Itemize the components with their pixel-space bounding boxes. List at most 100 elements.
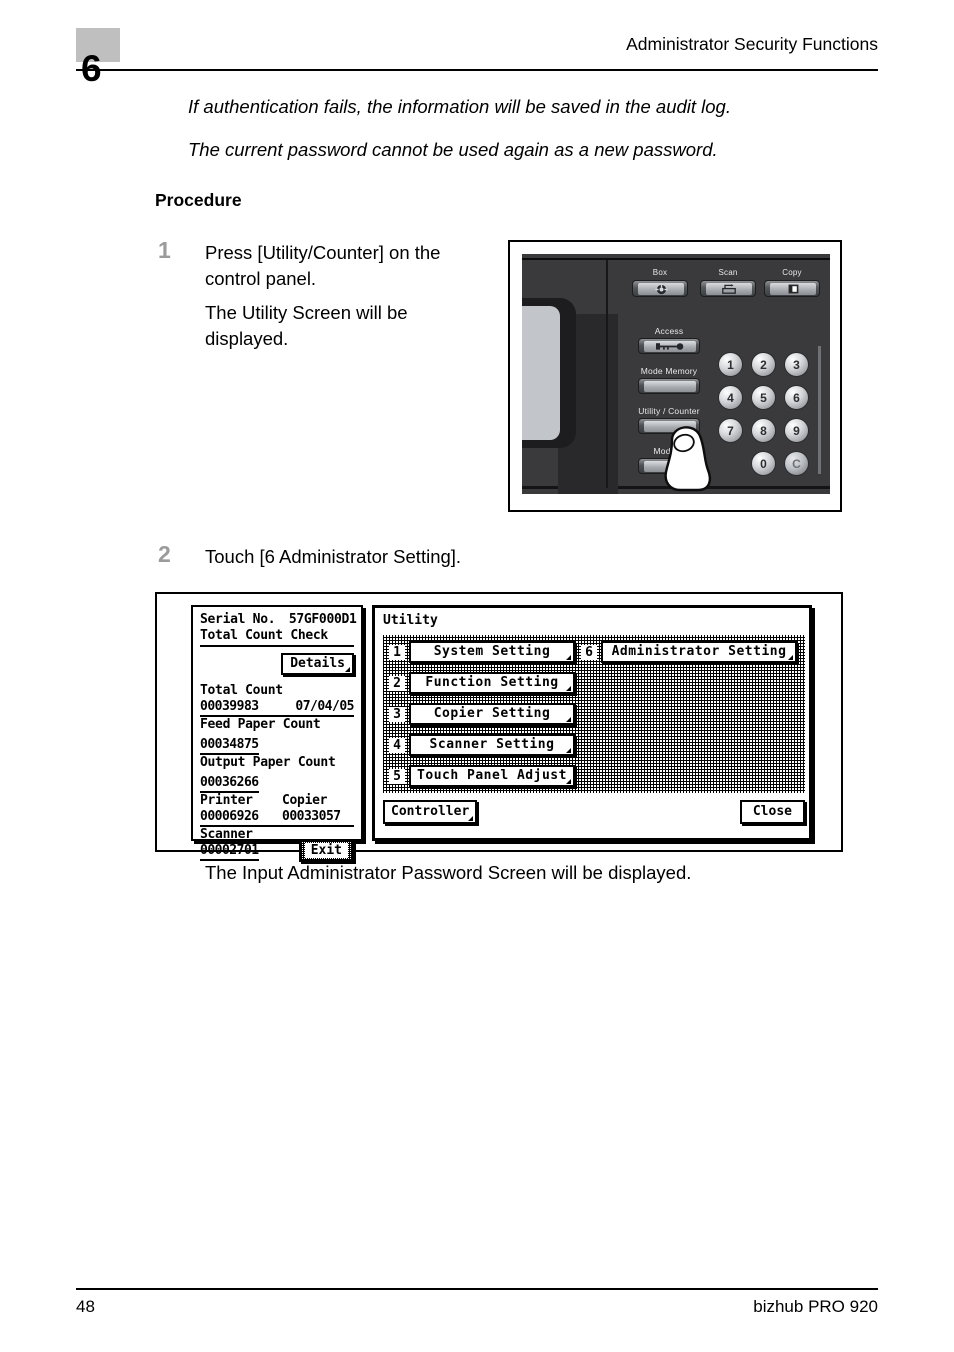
scan-icon xyxy=(706,283,752,295)
chevron-corner-icon xyxy=(566,686,571,691)
details-button-label: Details xyxy=(290,656,345,671)
step-2-caption: The Input Administrator Password Screen … xyxy=(205,862,692,883)
menu-index-3: 3 xyxy=(389,706,405,722)
scanner-setting-button[interactable]: Scanner Setting xyxy=(409,734,575,756)
copier-setting-button[interactable]: Copier Setting xyxy=(409,703,575,725)
chevron-corner-icon xyxy=(566,655,571,660)
administrator-setting-button[interactable]: Administrator Setting xyxy=(601,641,797,663)
menu-row-6[interactable]: 6 Administrator Setting xyxy=(581,641,797,663)
numkey-clear[interactable]: C xyxy=(784,451,809,476)
feed-paper-count-label: Feed Paper Count xyxy=(200,717,321,732)
total-count-value: 00039983 xyxy=(200,699,259,714)
menu-index-1: 1 xyxy=(389,644,405,660)
key-icon-glyph xyxy=(656,343,684,350)
numkey-8[interactable]: 8 xyxy=(751,418,776,443)
utility-menu-area: 1 System Setting 2 Function Setting 3 Co… xyxy=(383,635,805,793)
numkey-3[interactable]: 3 xyxy=(784,352,809,377)
serial-label: Serial No. xyxy=(200,612,276,627)
controller-button-label: Controller xyxy=(391,804,470,819)
menu-row-4[interactable]: 4 Scanner Setting xyxy=(389,734,575,756)
control-panel-body: Box Scan Copy Access Mode Memory Utility… xyxy=(522,254,830,494)
close-button[interactable]: Close xyxy=(739,800,805,824)
mode-memory-button-label: Mode Memory xyxy=(640,366,698,376)
scanner-value: 00002701 xyxy=(200,843,259,861)
touch-panel-adjust-button[interactable]: Touch Panel Adjust xyxy=(409,765,575,787)
footer-page-number: 48 xyxy=(76,1297,95,1316)
function-setting-button[interactable]: Function Setting xyxy=(409,672,575,694)
chevron-corner-icon xyxy=(788,655,793,660)
touch-panel-adjust-label: Touch Panel Adjust xyxy=(417,768,567,783)
serial-row: Serial No. 57GF000D1 xyxy=(200,612,357,628)
copier-label: Copier xyxy=(282,793,328,808)
step-1-text: Press [Utility/Counter] on the control p… xyxy=(205,242,441,289)
exit-button-label: Exit xyxy=(304,843,348,858)
footer-divider xyxy=(76,1288,878,1290)
copy-button-label: Copy xyxy=(782,268,802,277)
page-title: Administrator Security Functions xyxy=(626,34,878,54)
scan-icon-glyph xyxy=(722,284,736,294)
step-2-number: 2 xyxy=(158,541,171,567)
copier-value: 00033057 xyxy=(282,809,341,824)
page-header: 6 Administrator Security Functions xyxy=(76,28,878,87)
copy-icon-glyph xyxy=(788,284,798,294)
menu-row-3[interactable]: 3 Copier Setting xyxy=(389,703,575,725)
close-button-label: Close xyxy=(745,802,799,822)
numkey-9[interactable]: 9 xyxy=(784,418,809,443)
total-count-check-title: Total Count Check xyxy=(200,628,354,647)
utility-window: Utility 1 System Setting 2 Function Sett… xyxy=(372,605,812,841)
numkey-1[interactable]: 1 xyxy=(718,352,743,377)
scanner-setting-label: Scanner Setting xyxy=(429,737,555,752)
menu-index-5: 5 xyxy=(389,768,405,784)
administrator-setting-label: Administrator Setting xyxy=(611,644,787,659)
panel-divider xyxy=(606,260,608,488)
menu-row-5[interactable]: 5 Touch Panel Adjust xyxy=(389,765,575,787)
numkey-2[interactable]: 2 xyxy=(751,352,776,377)
total-count-label: Total Count xyxy=(200,683,283,698)
step-2-text: Touch [6 Administrator Setting]. xyxy=(205,546,462,567)
copy-icon xyxy=(770,283,816,295)
chevron-corner-icon xyxy=(345,667,350,672)
menu-index-4: 4 xyxy=(389,737,405,753)
copier-setting-label: Copier Setting xyxy=(433,706,551,721)
chevron-corner-icon xyxy=(566,779,571,784)
numkey-4[interactable]: 4 xyxy=(718,385,743,410)
details-button[interactable]: Details xyxy=(281,653,354,675)
box-icon xyxy=(638,283,684,295)
box-icon-glyph xyxy=(654,283,668,294)
system-setting-button[interactable]: System Setting xyxy=(409,641,575,663)
intro-paragraph-1: If authentication fails, the information… xyxy=(188,96,731,117)
header-divider xyxy=(76,69,878,71)
scan-button-label: Scan xyxy=(718,268,738,277)
menu-row-2[interactable]: 2 Function Setting xyxy=(389,672,575,694)
intro-paragraph-2: The current password cannot be used agai… xyxy=(188,139,718,160)
finger-icon xyxy=(660,420,726,494)
utility-screen-figure: Serial No. 57GF000D1 Total Count Check D… xyxy=(155,592,843,862)
menu-index-2: 2 xyxy=(389,675,405,691)
menu-row-1[interactable]: 1 System Setting xyxy=(389,641,575,663)
numeric-keypad[interactable]: 1 2 3 4 5 6 7 8 9 0 C xyxy=(718,352,814,476)
printer-value: 00006926 xyxy=(200,809,259,824)
utility-window-title: Utility xyxy=(383,613,438,628)
system-setting-label: System Setting xyxy=(433,644,551,659)
total-counter-panel: Serial No. 57GF000D1 Total Count Check D… xyxy=(191,605,363,862)
box-button-label: Box xyxy=(652,268,668,277)
step-1-subtext: The Utility Screen will be displayed. xyxy=(205,302,408,349)
utility-counter-button-label: Utility / Counter xyxy=(638,406,700,416)
numkey-0[interactable]: 0 xyxy=(751,451,776,476)
menu-index-6: 6 xyxy=(581,644,597,660)
function-setting-label: Function Setting xyxy=(425,675,559,690)
panel-top-edge xyxy=(522,258,830,260)
panel-right-rail xyxy=(818,346,821,474)
control-panel-figure: Box Scan Copy Access Mode Memory Utility… xyxy=(508,240,842,512)
output-paper-count-value: 00036266 xyxy=(200,775,259,793)
lcd-screen xyxy=(522,306,560,440)
output-paper-count-label: Output Paper Count xyxy=(200,755,336,770)
chevron-corner-icon xyxy=(566,748,571,753)
numkey-5[interactable]: 5 xyxy=(751,385,776,410)
controller-button[interactable]: Controller xyxy=(383,800,478,824)
serial-value: 57GF000D1 xyxy=(288,612,357,627)
numkey-6[interactable]: 6 xyxy=(784,385,809,410)
exit-button[interactable]: Exit xyxy=(298,840,354,862)
key-icon xyxy=(644,341,696,352)
chevron-corner-icon xyxy=(566,717,571,722)
